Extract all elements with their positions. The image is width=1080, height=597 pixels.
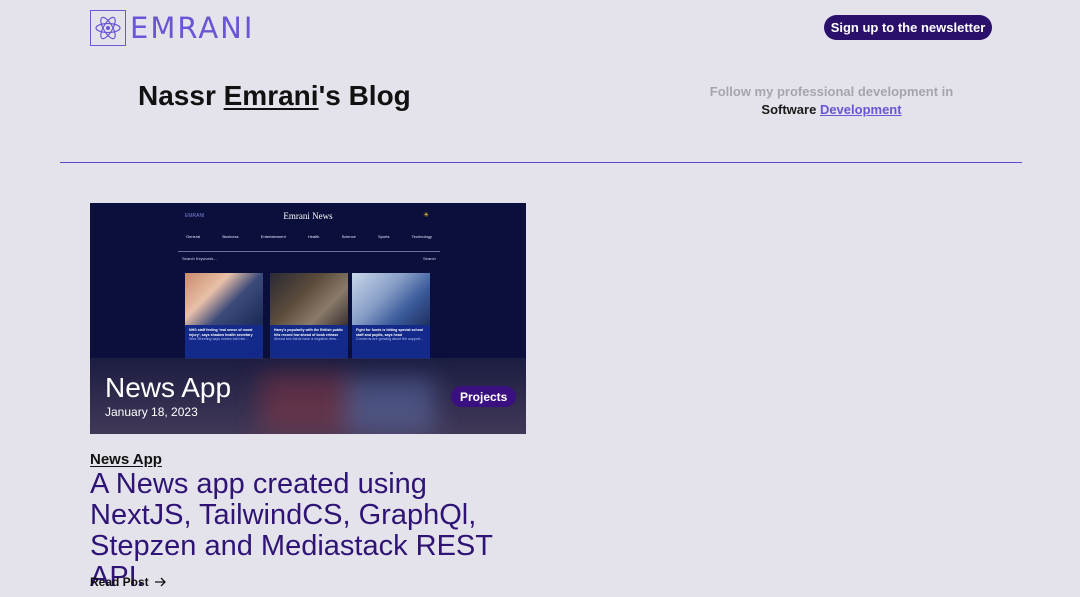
development-link[interactable]: Development <box>820 102 902 117</box>
mockup-article-text: Fight for funds is hitting special schoo… <box>356 328 424 341</box>
mockup-article-image <box>352 273 430 325</box>
title-prefix: Nassr <box>138 80 224 111</box>
category-badge[interactable]: Projects <box>451 386 517 407</box>
tagline-word: Software <box>761 102 817 117</box>
mockup-divider <box>178 251 440 252</box>
tagline-text: Follow my professional development in <box>709 84 954 99</box>
mockup-article-image <box>185 273 263 325</box>
overlay-blur <box>260 373 350 433</box>
page-title: Nassr Emrani's Blog <box>138 80 411 112</box>
mockup-nav-item: Sports <box>377 234 390 239</box>
read-post-link[interactable]: Read Post <box>90 575 167 589</box>
atom-icon <box>90 10 126 46</box>
post-card-image[interactable]: EMRANI Emrani News ☀ General Business En… <box>90 203 526 434</box>
logo-text: EMRANI <box>130 11 255 45</box>
mockup-search: Search Keywords... <box>182 256 217 261</box>
mockup-search-button: Search <box>423 256 436 261</box>
tagline: Follow my professional development in So… <box>700 83 963 119</box>
mockup-nav-item: General <box>186 234 201 239</box>
divider <box>60 162 1022 163</box>
mockup-nav-item: Health <box>307 234 320 239</box>
overlay-blur <box>345 378 435 433</box>
newsletter-signup-button[interactable]: Sign up to the newsletter <box>824 15 992 40</box>
read-post-label: Read Post <box>90 575 149 589</box>
card-title: News App <box>105 372 232 403</box>
mockup-nav: General Business Entertainment Health Sc… <box>186 234 432 239</box>
sun-icon: ☀ <box>423 212 430 219</box>
mockup-nav-item: Business <box>222 234 239 239</box>
mockup-article-text: NHS staff feeling 'real sense of moral i… <box>189 328 253 341</box>
mockup-article-image <box>270 273 348 325</box>
post-date: January 18, 2023 <box>105 405 198 419</box>
mockup-nav-item: Entertainment <box>260 234 286 239</box>
arrow-right-icon <box>154 577 166 587</box>
mockup-article-card: Harry's popularity with the British publ… <box>270 273 348 359</box>
author-name-link[interactable]: Emrani <box>224 80 319 111</box>
site-logo[interactable]: EMRANI <box>90 10 254 46</box>
post-title-link[interactable]: News App <box>90 451 162 468</box>
mockup-title: Emrani News <box>283 211 333 221</box>
mockup-article-card: NHS staff feeling 'real sense of moral i… <box>185 273 263 359</box>
title-suffix: 's Blog <box>318 80 411 111</box>
mockup-article-card: Fight for funds is hitting special schoo… <box>352 273 430 359</box>
mockup-nav-item: Science <box>341 234 356 239</box>
mockup-nav-item: Technology <box>411 234 432 239</box>
mockup-article-text: Harry's popularity with the British publ… <box>274 328 344 341</box>
